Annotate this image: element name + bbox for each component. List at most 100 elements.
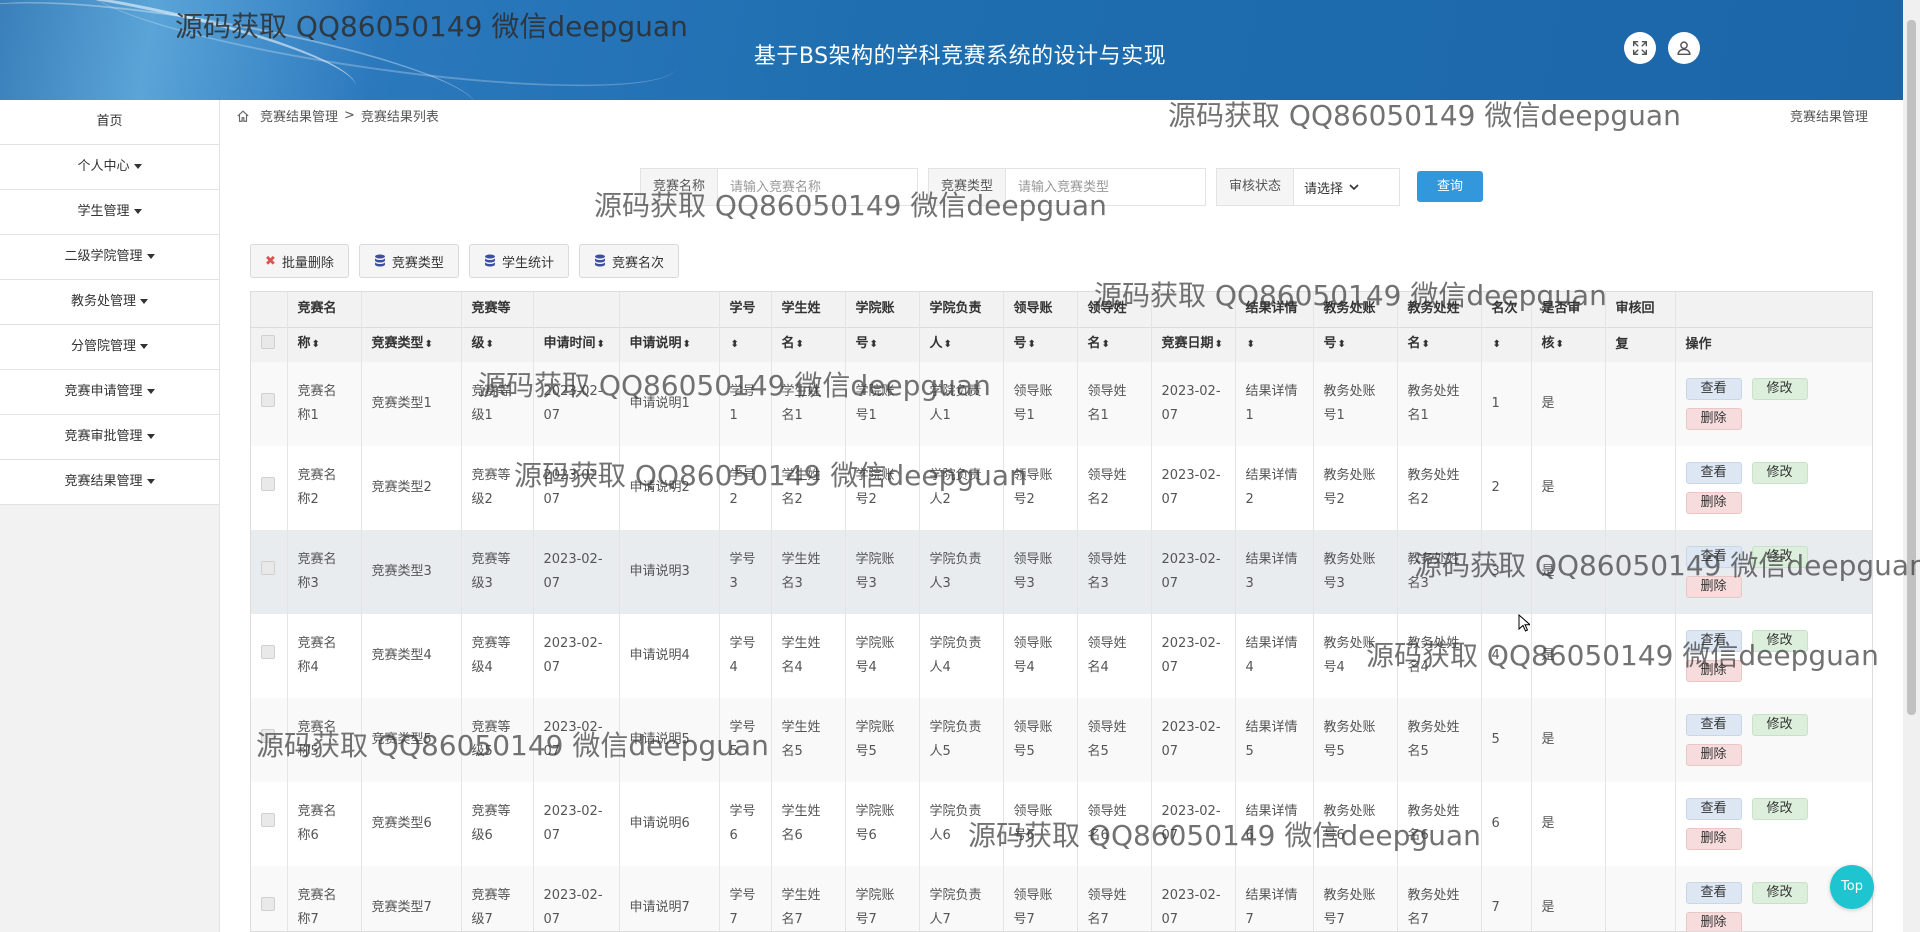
row-checkbox[interactable] bbox=[261, 729, 275, 743]
cell-text: 号3 bbox=[1013, 576, 1035, 591]
sort-icon[interactable]: ⬍ bbox=[1422, 339, 1430, 350]
cell-text: 号4 bbox=[1013, 660, 1035, 675]
column-header[interactable]: 申请时间⬍ bbox=[533, 326, 620, 362]
cell-text: 领导姓 bbox=[1087, 804, 1127, 819]
sort-icon[interactable]: ⬍ bbox=[1102, 339, 1110, 350]
delete-button[interactable]: 删除 bbox=[1685, 660, 1742, 682]
sort-icon[interactable]: ⬍ bbox=[1556, 339, 1564, 350]
search-type-input[interactable] bbox=[1006, 169, 1187, 205]
cell-text: 号5 bbox=[1013, 744, 1035, 759]
sidebar-item[interactable]: 分管院管理 bbox=[0, 325, 219, 370]
delete-button[interactable]: 删除 bbox=[1685, 492, 1742, 514]
search-name-input[interactable] bbox=[718, 169, 899, 205]
sort-icon[interactable]: ⬍ bbox=[1247, 339, 1255, 350]
edit-button[interactable]: 修改 bbox=[1751, 462, 1808, 484]
view-button[interactable]: 查看 bbox=[1685, 378, 1742, 400]
delete-button[interactable]: 删除 bbox=[1685, 744, 1742, 766]
breadcrumb-item-results[interactable]: 竞赛结果管理 bbox=[260, 106, 338, 125]
view-button[interactable]: 查看 bbox=[1685, 882, 1742, 904]
row-checkbox[interactable] bbox=[261, 393, 275, 407]
column-header[interactable]: 名⬍ bbox=[1077, 326, 1152, 362]
edit-button[interactable]: 修改 bbox=[1751, 378, 1808, 400]
sort-icon[interactable]: ⬍ bbox=[731, 339, 739, 350]
edit-button[interactable]: 修改 bbox=[1751, 714, 1808, 736]
row-checkbox[interactable] bbox=[261, 645, 275, 659]
delete-button[interactable]: 删除 bbox=[1685, 828, 1742, 850]
column-header[interactable]: ⬍ bbox=[1481, 326, 1532, 362]
page-scrollbar[interactable] bbox=[1903, 0, 1920, 932]
column-header[interactable]: 竞赛日期⬍ bbox=[1151, 326, 1236, 362]
delete-button[interactable]: 删除 bbox=[1685, 912, 1742, 931]
view-button[interactable]: 查看 bbox=[1685, 798, 1742, 820]
sort-icon[interactable]: ⬍ bbox=[597, 339, 605, 350]
competition-rank-button[interactable]: 竞赛名次 bbox=[578, 244, 679, 278]
home-icon[interactable] bbox=[236, 109, 250, 123]
sort-icon[interactable]: ⬍ bbox=[796, 339, 804, 350]
column-header[interactable]: 核⬍ bbox=[1531, 326, 1606, 362]
sidebar-item[interactable]: 学生管理 bbox=[0, 190, 219, 235]
sort-icon[interactable]: ⬍ bbox=[1338, 339, 1346, 350]
student-stats-button[interactable]: 学生统计 bbox=[468, 244, 569, 278]
scrollbar-thumb[interactable] bbox=[1907, 20, 1916, 715]
sidebar-item[interactable]: 教务处管理 bbox=[0, 280, 219, 325]
cell-text: 结果详情 bbox=[1245, 888, 1298, 903]
back-to-top-button[interactable]: Top bbox=[1830, 865, 1874, 909]
view-button[interactable]: 查看 bbox=[1685, 462, 1742, 484]
column-header[interactable]: 号⬍ bbox=[1003, 326, 1078, 362]
column-header[interactable]: 级⬍ bbox=[461, 326, 534, 362]
cell-text: 学院账 bbox=[855, 468, 895, 483]
select-all-checkbox[interactable] bbox=[261, 334, 275, 349]
table-cell: 学号 6 bbox=[719, 782, 772, 866]
sidebar-item[interactable]: 个人中心 bbox=[0, 145, 219, 190]
sort-icon[interactable]: ⬍ bbox=[683, 339, 691, 350]
sidebar-item[interactable]: 竞赛结果管理 bbox=[0, 460, 219, 505]
column-header: 竞赛名 bbox=[287, 292, 362, 327]
row-checkbox[interactable] bbox=[261, 561, 275, 575]
edit-button[interactable]: 修改 bbox=[1751, 630, 1808, 652]
competition-type-button[interactable]: 竞赛类型 bbox=[358, 244, 459, 278]
view-button[interactable]: 查看 bbox=[1685, 714, 1742, 736]
column-header[interactable]: 人⬍ bbox=[919, 326, 1004, 362]
sort-icon[interactable]: ⬍ bbox=[1028, 339, 1036, 350]
sidebar-item[interactable]: 竞赛审批管理 bbox=[0, 415, 219, 460]
query-button[interactable]: 查询 bbox=[1417, 171, 1483, 202]
cell-text: 学院负责 bbox=[929, 888, 982, 903]
column-header[interactable]: 名⬍ bbox=[771, 326, 846, 362]
delete-button[interactable]: 删除 bbox=[1685, 408, 1742, 430]
column-header[interactable]: 申请说明⬍ bbox=[619, 326, 720, 362]
sort-icon[interactable]: ⬍ bbox=[425, 339, 433, 350]
column-header[interactable]: ⬍ bbox=[1235, 326, 1314, 362]
view-button[interactable]: 查看 bbox=[1685, 630, 1742, 652]
column-header[interactable]: 号⬍ bbox=[1313, 326, 1398, 362]
edit-button[interactable]: 修改 bbox=[1751, 798, 1808, 820]
table-cell: 教务处姓 名7 bbox=[1397, 866, 1482, 931]
sidebar-item[interactable]: 竞赛申请管理 bbox=[0, 370, 219, 415]
sidebar-item[interactable]: 首页 bbox=[0, 100, 219, 145]
sort-icon[interactable]: ⬍ bbox=[1493, 339, 1501, 350]
column-header[interactable]: ⬍ bbox=[719, 326, 772, 362]
cell-text: 竞赛等 bbox=[471, 888, 511, 903]
row-checkbox[interactable] bbox=[261, 813, 275, 827]
sidebar-item[interactable]: 二级学院管理 bbox=[0, 235, 219, 280]
sort-icon[interactable]: ⬍ bbox=[486, 339, 494, 350]
status-select[interactable]: 请选择 bbox=[1294, 169, 1379, 205]
delete-button[interactable]: 删除 bbox=[1685, 576, 1742, 598]
column-header[interactable]: 名⬍ bbox=[1397, 326, 1482, 362]
sort-icon[interactable]: ⬍ bbox=[1215, 339, 1223, 350]
cell-text: 申请说明7 bbox=[629, 900, 690, 915]
batch-delete-button[interactable]: ✖ 批量删除 bbox=[250, 244, 349, 278]
cell-text: 学院账 bbox=[855, 804, 895, 819]
view-button[interactable]: 查看 bbox=[1685, 546, 1742, 568]
row-checkbox[interactable] bbox=[261, 897, 275, 911]
edit-button[interactable]: 修改 bbox=[1751, 546, 1808, 568]
column-header[interactable]: 竞赛类型⬍ bbox=[361, 326, 462, 362]
column-header[interactable]: 称⬍ bbox=[287, 326, 362, 362]
row-checkbox[interactable] bbox=[261, 477, 275, 491]
column-header[interactable]: 号⬍ bbox=[845, 326, 920, 362]
sort-icon[interactable]: ⬍ bbox=[870, 339, 878, 350]
fullscreen-button[interactable] bbox=[1624, 32, 1656, 64]
sort-icon[interactable]: ⬍ bbox=[312, 339, 320, 350]
edit-button[interactable]: 修改 bbox=[1751, 882, 1808, 904]
sort-icon[interactable]: ⬍ bbox=[944, 339, 952, 350]
user-button[interactable] bbox=[1668, 32, 1700, 64]
